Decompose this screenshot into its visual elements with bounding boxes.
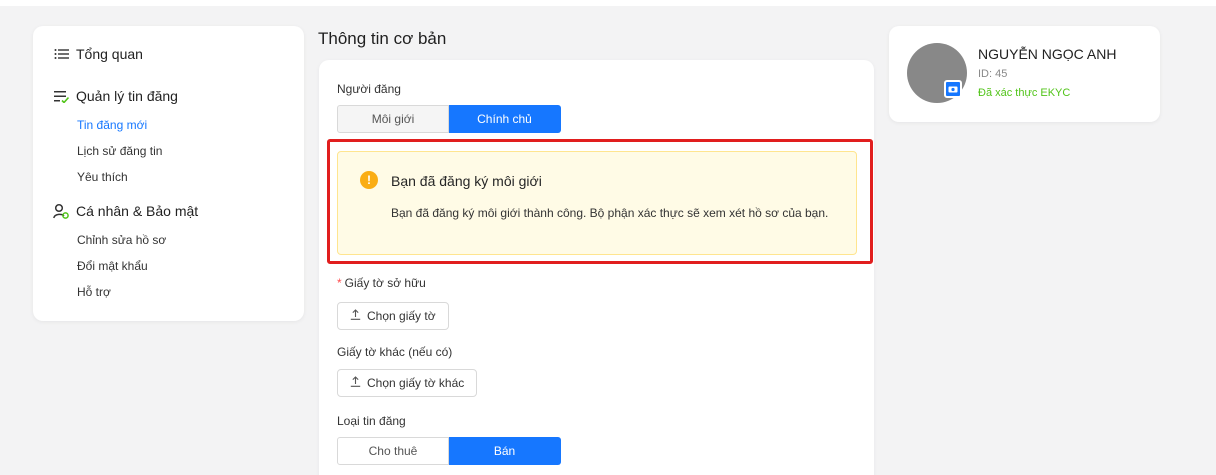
sidebar-item-favorites[interactable]: Yêu thích [77, 170, 128, 184]
list-check-icon [53, 88, 69, 104]
profile-name: NGUYỄN NGỌC ANH [978, 46, 1117, 62]
upload-icon [350, 376, 361, 390]
listing-type-option-sell[interactable]: Bán [449, 437, 561, 465]
camera-icon[interactable] [944, 80, 962, 98]
page-title: Thông tin cơ bản [318, 29, 447, 48]
sidebar-group-listings[interactable]: Quản lý tin đăng [53, 88, 178, 104]
poster-label: Người đăng [337, 82, 401, 96]
other-docs-label: Giấy tờ khác (nếu có) [337, 345, 453, 359]
list-icon [53, 46, 69, 62]
sidebar-item-support[interactable]: Hỗ trợ [77, 285, 111, 299]
choose-other-docs-label: Chọn giấy tờ khác [367, 376, 465, 390]
sidebar-item-overview-label: Tổng quan [76, 46, 143, 62]
sidebar: Tổng quan Quản lý tin đăng Tin đăng mới … [33, 26, 304, 321]
upload-icon [350, 309, 361, 323]
sidebar-item-new-listing[interactable]: Tin đăng mới [77, 118, 147, 132]
poster-option-broker[interactable]: Môi giới [337, 105, 449, 133]
choose-other-docs-button[interactable]: Chọn giấy tờ khác [337, 369, 478, 397]
listing-type-segmented-control: Cho thuê Bán [337, 437, 561, 465]
sidebar-item-listing-history[interactable]: Lịch sử đăng tin [77, 144, 162, 158]
profile-id: ID: 45 [978, 68, 1008, 80]
user-settings-icon [53, 203, 69, 219]
choose-ownership-docs-label: Chọn giấy tờ [367, 309, 436, 323]
highlight-box [327, 139, 873, 264]
sidebar-group-account[interactable]: Cá nhân & Bảo mật [53, 203, 198, 219]
sidebar-item-change-password[interactable]: Đổi mật khẩu [77, 259, 148, 273]
choose-ownership-docs-button[interactable]: Chọn giấy tờ [337, 302, 449, 330]
ownership-docs-label: * Giấy tờ sở hữu [337, 276, 426, 290]
poster-segmented-control: Môi giới Chính chủ [337, 105, 561, 133]
profile-card: NGUYỄN NGỌC ANH ID: 45 Đã xác thực EKYC [889, 26, 1160, 122]
listing-type-option-rent[interactable]: Cho thuê [337, 437, 449, 465]
sidebar-group-listings-label: Quản lý tin đăng [76, 88, 178, 104]
ownership-docs-label-text: Giấy tờ sở hữu [344, 276, 426, 290]
top-strip [0, 0, 1216, 6]
listing-type-label: Loại tin đăng [337, 414, 406, 428]
ekyc-verified-status: Đã xác thực EKYC [978, 87, 1071, 99]
required-mark: * [337, 276, 342, 290]
sidebar-item-overview[interactable]: Tổng quan [53, 46, 143, 62]
sidebar-group-account-label: Cá nhân & Bảo mật [76, 203, 199, 219]
sidebar-item-edit-profile[interactable]: Chỉnh sửa hồ sơ [77, 233, 166, 247]
poster-option-owner[interactable]: Chính chủ [449, 105, 561, 133]
